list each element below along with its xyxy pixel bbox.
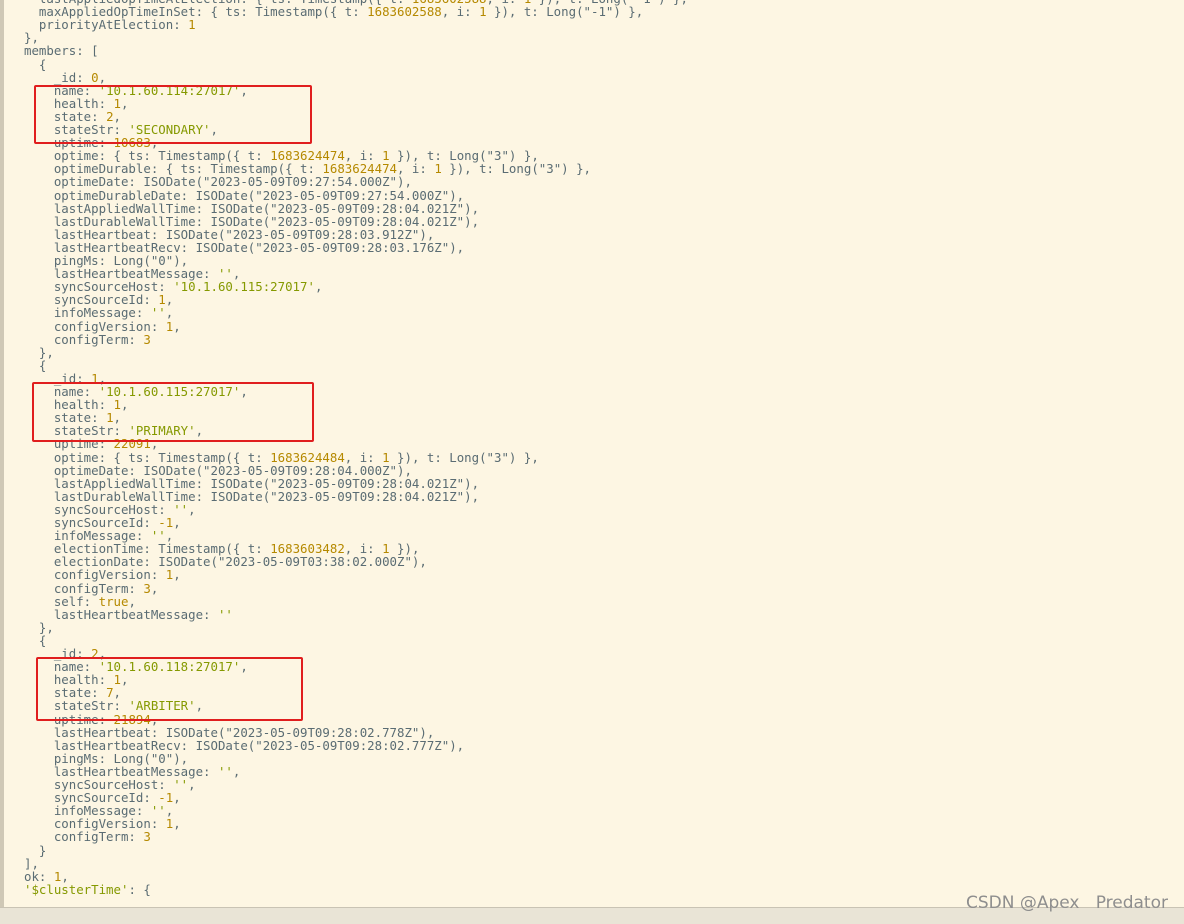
code-token: }), t: Long("3") }, [441,161,591,177]
code-token: , [173,318,181,334]
code-token: , [150,580,159,596]
window-left-border [0,0,4,907]
code-token: : { [128,881,151,897]
code-line: '$clusterTime': { [24,883,151,896]
code-token: 1 [188,17,196,33]
code-line: lastHeartbeatMessage: '' [24,608,233,621]
code-token: , [188,777,196,792]
terminal-output: lastAppliedOpTimeAtElection: { ts: Times… [0,0,1184,907]
code-token: '10.1.60.115:27017' [173,279,315,295]
code-token: '' [217,763,233,779]
code-line: priorityAtElection: 1 [24,18,196,31]
code-token: , [173,816,181,832]
code-token: 1683602588 [367,4,442,20]
code-token: '$clusterTime' [24,881,129,897]
code-token: , i: [441,4,480,20]
code-token: , [188,501,196,517]
code-token: , [173,567,181,583]
code-token: , [121,672,129,688]
code-token: 1 [434,161,442,177]
code-token: 3 [143,829,151,845]
code-token: , [210,122,218,137]
code-token: , [314,279,323,295]
code-token: }), t: Long("-1") }, [486,4,644,20]
code-token: , [121,95,129,111]
code-token: , [195,698,204,714]
code-token: , [173,790,181,806]
code-token: 3 [143,580,151,596]
code-token: , [240,82,248,98]
code-token: , [173,515,181,530]
code-token: 3 [143,331,151,347]
code-token: 1 [479,4,487,20]
code-token: , [121,397,129,413]
code-token: , [232,763,241,779]
code-token: '' [217,606,233,622]
csdn-watermark: CSDN @Apex Predator [965,893,1168,913]
code-token: }), t: Long("3") }, [389,449,539,465]
code-token: , [240,659,248,675]
code-token: , [195,423,204,439]
code-token: , [240,384,248,399]
code-token: priorityAtElection: [24,17,189,33]
